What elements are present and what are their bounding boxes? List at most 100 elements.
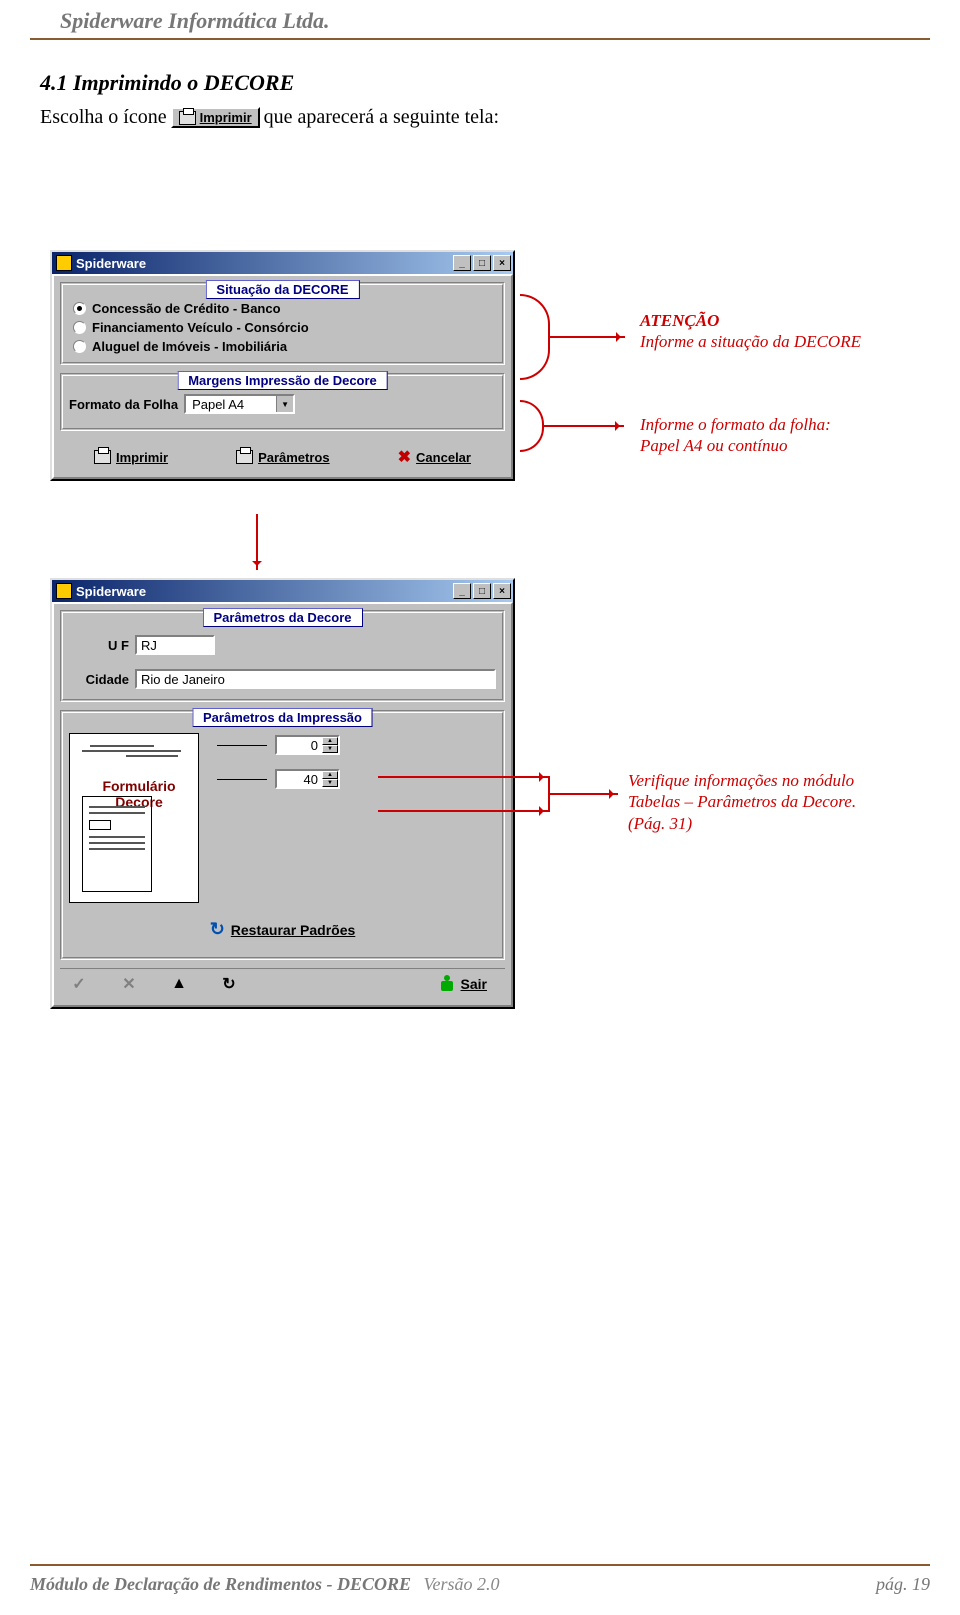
verif-line3: (Pág. 31) bbox=[628, 813, 918, 834]
uf-input[interactable]: RJ bbox=[135, 635, 215, 655]
btn-cancelar-label: Cancelar bbox=[416, 450, 471, 465]
minimize-button[interactable]: _ bbox=[453, 583, 471, 599]
chevron-down-icon[interactable]: ▼ bbox=[276, 396, 293, 412]
cidade-input[interactable]: Rio de Janeiro bbox=[135, 669, 496, 689]
restaurar-button[interactable]: ↻ Restaurar Padrões bbox=[210, 919, 356, 940]
group-param-decore-title: Parâmetros da Decore bbox=[202, 608, 362, 627]
arrow-spin2 bbox=[378, 810, 548, 812]
btn-restaurar-label: Restaurar Padrões bbox=[231, 922, 356, 938]
window2-title: Spiderware bbox=[76, 584, 146, 599]
annotation-verificar: Verifique informações no módulo Tabelas … bbox=[628, 770, 918, 834]
window-situacao: Spiderware _ □ × Situação da DECORE Conc… bbox=[50, 250, 515, 481]
window2-app-icon bbox=[56, 583, 72, 599]
formato-value: Papel A4 bbox=[186, 396, 276, 412]
spin2-value: 40 bbox=[277, 771, 322, 787]
radio-icon bbox=[73, 321, 86, 334]
intro-line: Escolha o ícone Imprimir que aparecerá a… bbox=[40, 106, 920, 129]
guide-line-1 bbox=[217, 745, 267, 746]
btn-imprimir-label: Imprimir bbox=[116, 450, 168, 465]
bottom-toolbar: ✓ ✕ ▲ ↻ Sair bbox=[60, 968, 505, 999]
spin-down-icon[interactable]: ▼ bbox=[322, 779, 338, 787]
formulario-preview: Formulário Decore bbox=[69, 733, 199, 903]
imprimir-button-inline: Imprimir bbox=[171, 107, 260, 128]
close-button[interactable]: × bbox=[493, 583, 511, 599]
radio1-label: Concessão de Crédito - Banco bbox=[92, 301, 281, 316]
spin-down-icon[interactable]: ▼ bbox=[322, 745, 338, 753]
imprimir-label: Imprimir bbox=[200, 110, 252, 125]
atencao-title: ATENÇÃO bbox=[640, 310, 910, 331]
refresh-icon: ↻ bbox=[210, 919, 225, 940]
up-icon[interactable]: ▲ bbox=[166, 973, 192, 995]
window2-titlebar: Spiderware _ □ × bbox=[52, 580, 513, 602]
arrow-spin1 bbox=[378, 776, 548, 778]
footer-left: Módulo de Declaração de Rendimentos - DE… bbox=[30, 1574, 411, 1594]
intro-after: que aparecerá a seguinte tela: bbox=[264, 106, 499, 129]
footer-page: pág. 19 bbox=[876, 1574, 930, 1595]
group-situacao: Situação da DECORE Concessão de Crédito … bbox=[60, 282, 505, 365]
radio-financiamento[interactable]: Financiamento Veículo - Consórcio bbox=[69, 318, 496, 337]
radio-concessao[interactable]: Concessão de Crédito - Banco bbox=[69, 299, 496, 318]
section-title: 4.1 Imprimindo o DECORE bbox=[40, 70, 920, 96]
arrow-situacao bbox=[550, 336, 625, 338]
footer-version: Versão 2.0 bbox=[424, 1574, 500, 1594]
printer-icon bbox=[179, 111, 196, 125]
maximize-button[interactable]: □ bbox=[473, 583, 491, 599]
formato-line2: Papel A4 ou contínuo bbox=[640, 435, 900, 456]
page-footer: Módulo de Declaração de Rendimentos - DE… bbox=[30, 1564, 930, 1595]
parametros-button[interactable]: Parâmetros bbox=[232, 445, 334, 469]
group-param-impressao: Parâmetros da Impressão Formulário Decor… bbox=[60, 710, 505, 960]
minimize-button[interactable]: _ bbox=[453, 255, 471, 271]
close-button[interactable]: × bbox=[493, 255, 511, 271]
radio2-label: Financiamento Veículo - Consórcio bbox=[92, 320, 309, 335]
printer-icon bbox=[94, 450, 111, 464]
verif-line2: Tabelas – Parâmetros da Decore. bbox=[628, 791, 918, 812]
window1-app-icon bbox=[56, 255, 72, 271]
radio-icon bbox=[73, 340, 86, 353]
uf-label: U F bbox=[69, 638, 129, 653]
formato-dropdown[interactable]: Papel A4 ▼ bbox=[184, 394, 295, 414]
spin-up-icon[interactable]: ▲ bbox=[322, 771, 338, 779]
formulario-label1: Formulário bbox=[84, 778, 194, 794]
verif-line1: Verifique informações no módulo bbox=[628, 770, 918, 791]
btn-parametros-label: Parâmetros bbox=[258, 450, 330, 465]
window1-titlebar: Spiderware _ □ × bbox=[52, 252, 513, 274]
window1-title: Spiderware bbox=[76, 256, 146, 271]
sair-button[interactable]: Sair bbox=[439, 975, 487, 993]
arrow-formato bbox=[544, 425, 624, 427]
radio-icon-selected bbox=[73, 302, 86, 315]
x-icon[interactable]: ✕ bbox=[116, 973, 142, 995]
check-icon[interactable]: ✓ bbox=[66, 973, 92, 995]
group-situacao-title: Situação da DECORE bbox=[205, 280, 359, 299]
group-param-decore: Parâmetros da Decore U F RJ Cidade Rio d… bbox=[60, 610, 505, 702]
bracket-situacao bbox=[520, 294, 550, 380]
x-icon: ✖ bbox=[398, 447, 411, 467]
cancelar-button[interactable]: ✖ Cancelar bbox=[394, 445, 475, 469]
margin-top-spinner[interactable]: 0 ▲▼ bbox=[275, 735, 340, 755]
spin-up-icon[interactable]: ▲ bbox=[322, 737, 338, 745]
imprimir-button[interactable]: Imprimir bbox=[90, 445, 172, 469]
page-header-company: Spiderware Informática Ltda. bbox=[30, 0, 930, 40]
radio-aluguel[interactable]: Aluguel de Imóveis - Imobiliária bbox=[69, 337, 496, 356]
cidade-label: Cidade bbox=[69, 672, 129, 687]
window-parametros: Spiderware _ □ × Parâmetros da Decore U … bbox=[50, 578, 515, 1009]
group-margens-title: Margens Impressão de Decore bbox=[177, 371, 388, 390]
maximize-button[interactable]: □ bbox=[473, 255, 491, 271]
intro-before: Escolha o ícone bbox=[40, 106, 167, 129]
bracket-formato bbox=[520, 400, 544, 452]
printer-icon bbox=[236, 450, 253, 464]
group-param-imp-title: Parâmetros da Impressão bbox=[192, 708, 373, 727]
group-margens: Margens Impressão de Decore Formato da F… bbox=[60, 373, 505, 431]
margin-left-spinner[interactable]: 40 ▲▼ bbox=[275, 769, 340, 789]
annotation-atencao: ATENÇÃO Informe a situação da DECORE bbox=[640, 310, 910, 353]
formato-label: Formato da Folha bbox=[69, 397, 178, 412]
btn-sair-label: Sair bbox=[461, 976, 487, 992]
redo-icon[interactable]: ↻ bbox=[216, 973, 242, 995]
spin1-value: 0 bbox=[277, 737, 322, 753]
annotation-formato: Informe o formato da folha: Papel A4 ou … bbox=[640, 414, 900, 457]
arrow-to-verif bbox=[548, 793, 618, 795]
radio3-label: Aluguel de Imóveis - Imobiliária bbox=[92, 339, 287, 354]
exit-icon bbox=[439, 975, 455, 993]
arrow-down-parametros bbox=[256, 514, 258, 570]
atencao-body: Informe a situação da DECORE bbox=[640, 332, 861, 351]
guide-line-2 bbox=[217, 779, 267, 780]
